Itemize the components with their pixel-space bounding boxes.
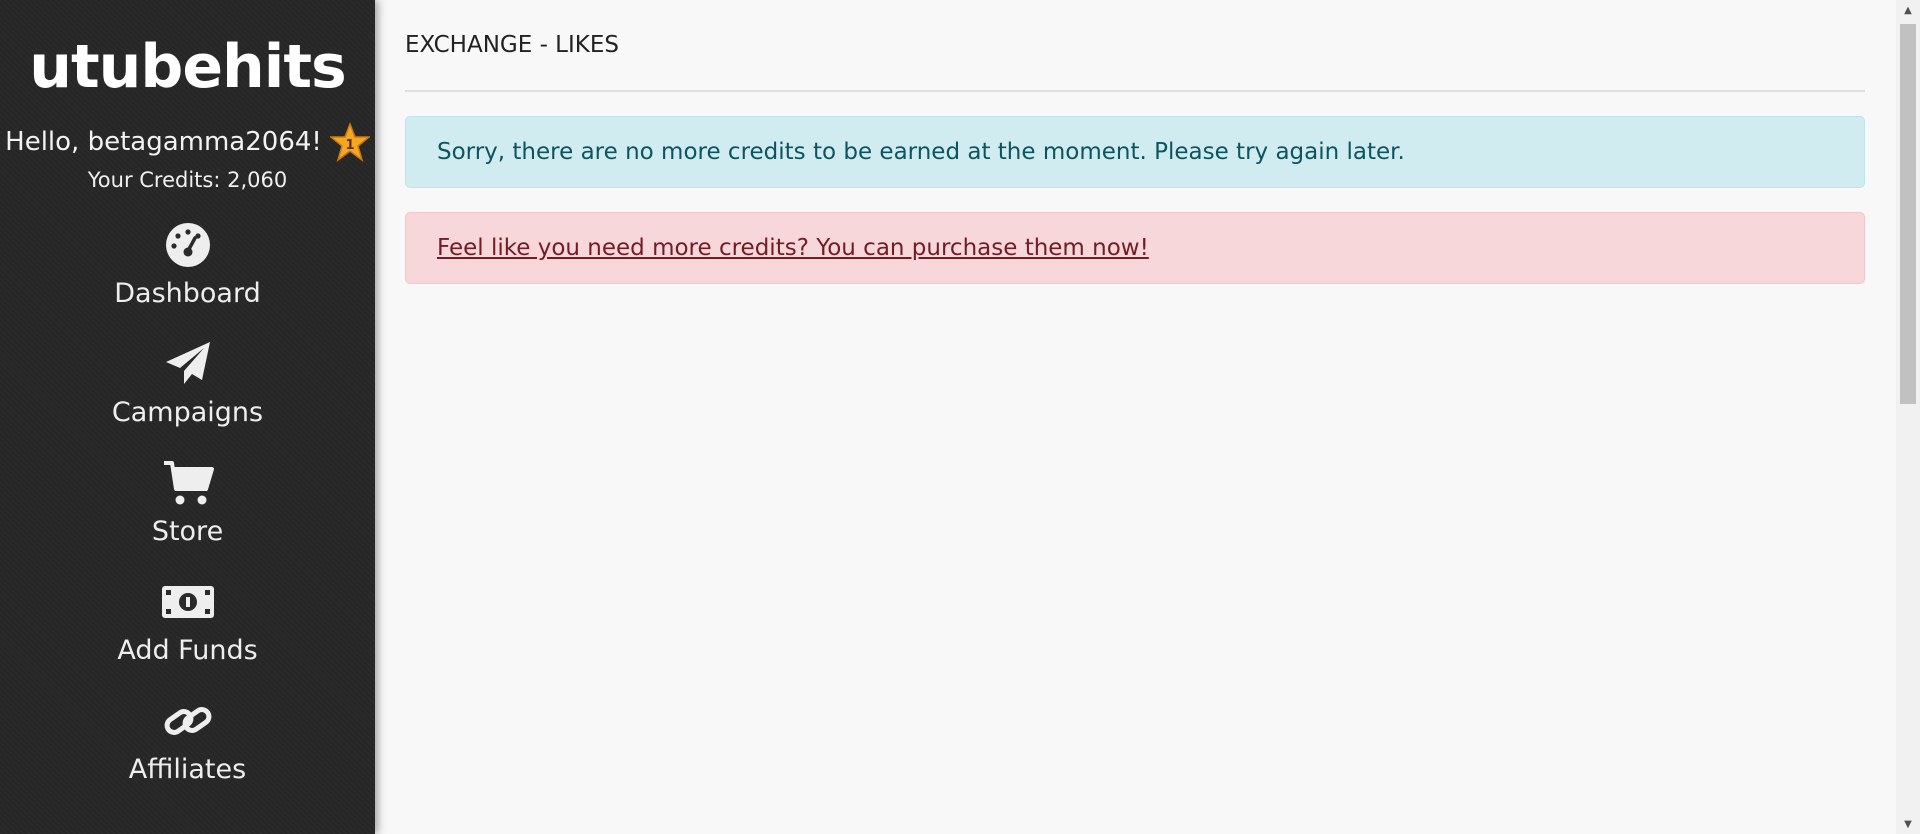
purchase-alert: Feel like you need more credits? You can…: [405, 212, 1865, 284]
dashboard-icon: [161, 218, 215, 272]
money-bill-icon: [161, 575, 215, 629]
sidebar-nav: Dashboard Campaigns Store Add Funds Affi…: [0, 218, 375, 813]
scroll-up-icon[interactable]: ▲: [1896, 0, 1920, 20]
sidebar-item-store[interactable]: Store: [0, 456, 375, 575]
info-alert-text: Sorry, there are no more credits to be e…: [437, 139, 1405, 165]
credits-balance: Your Credits: 2,060: [87, 168, 288, 192]
greeting-text: Hello, betagamma2064!: [5, 127, 322, 157]
sidebar-item-label: Add Funds: [117, 635, 258, 666]
main-content: EXCHANGE - LIKES Sorry, there are no mor…: [405, 0, 1865, 284]
title-divider: [405, 90, 1865, 92]
sidebar-item-dashboard[interactable]: Dashboard: [0, 218, 375, 337]
logo[interactable]: utubehits: [0, 32, 375, 102]
paper-plane-icon: [161, 337, 215, 391]
scroll-thumb[interactable]: [1900, 24, 1916, 404]
purchase-credits-link[interactable]: Feel like you need more credits? You can…: [437, 235, 1149, 261]
info-alert: Sorry, there are no more credits to be e…: [405, 116, 1865, 188]
sidebar-item-label: Dashboard: [114, 278, 261, 309]
sidebar-item-label: Affiliates: [128, 754, 247, 785]
logo-text: utubehits: [29, 32, 346, 102]
user-greeting: Hello, betagamma2064! 1: [0, 122, 375, 162]
scroll-down-icon[interactable]: ▼: [1896, 814, 1920, 834]
rank-star-icon: 1: [329, 122, 370, 162]
sidebar-item-label: Store: [151, 516, 224, 547]
page-title: EXCHANGE - LIKES: [405, 32, 619, 58]
cart-icon: [161, 456, 215, 510]
rank-badge: 1: [345, 138, 354, 153]
sidebar: utubehits Hello, betagamma2064! 1 Your C…: [0, 0, 375, 834]
link-icon: [161, 694, 215, 748]
sidebar-item-affiliates[interactable]: Affiliates: [0, 694, 375, 813]
sidebar-item-label: Campaigns: [111, 397, 264, 428]
sidebar-item-campaigns[interactable]: Campaigns: [0, 337, 375, 456]
sidebar-item-add-funds[interactable]: Add Funds: [0, 575, 375, 694]
vertical-scrollbar[interactable]: ▲ ▼: [1896, 0, 1920, 834]
